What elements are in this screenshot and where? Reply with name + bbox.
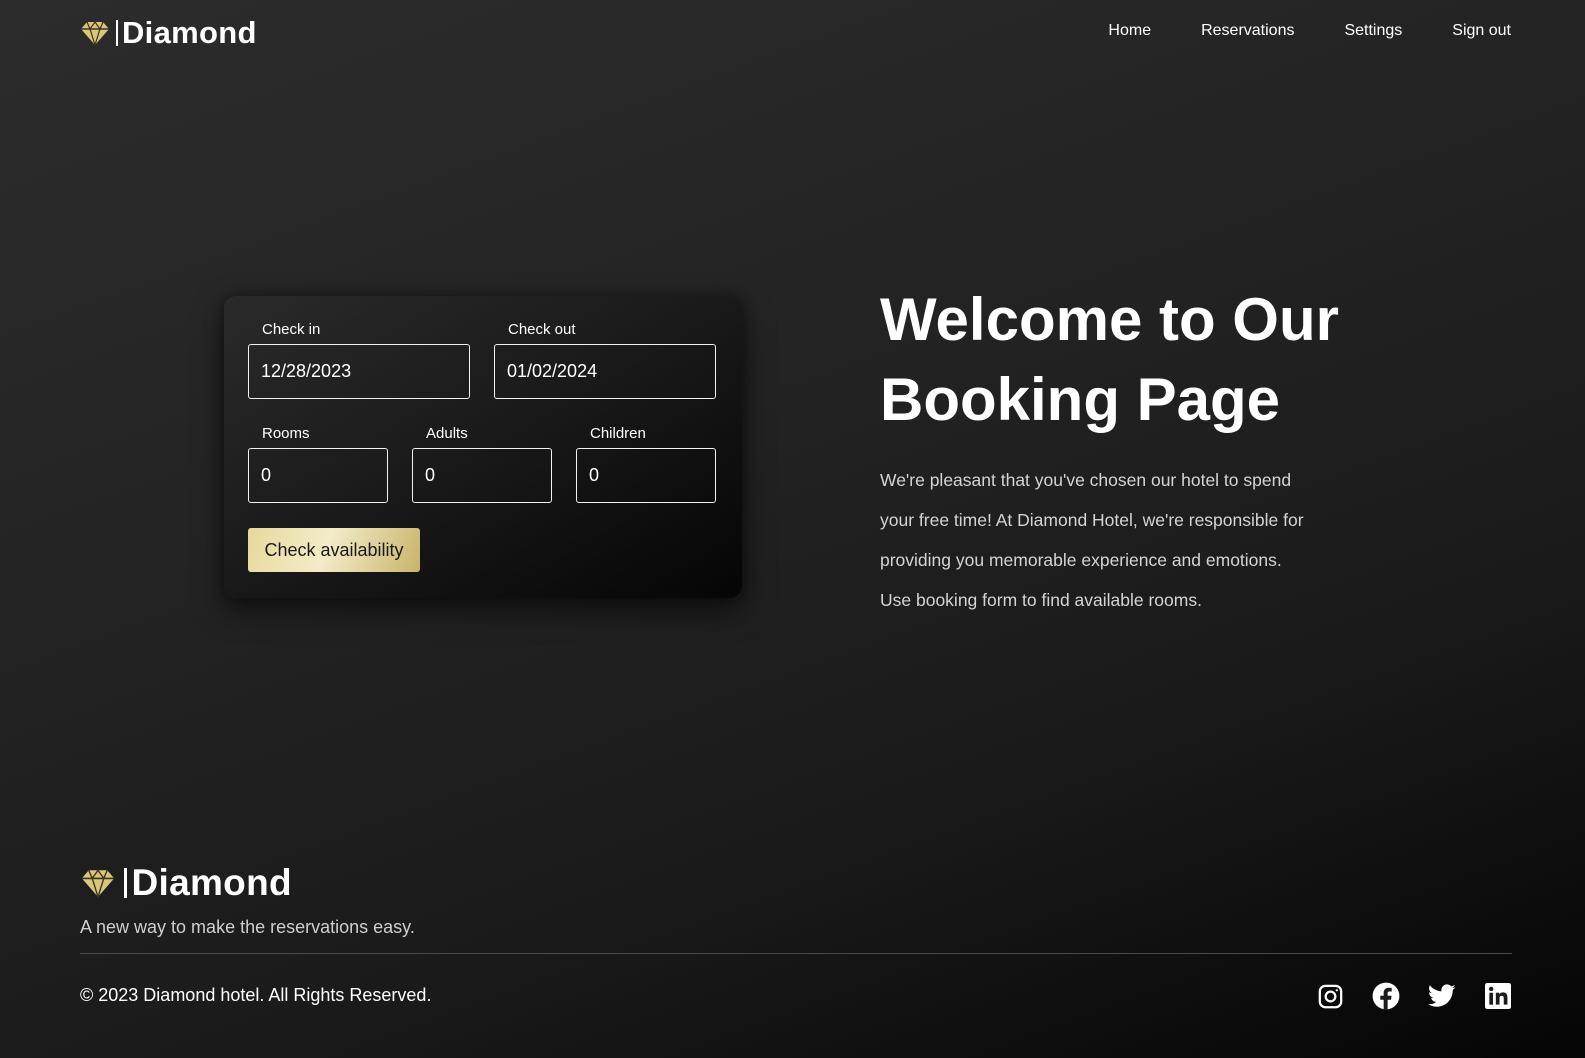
logo-divider xyxy=(116,20,118,46)
check-availability-button[interactable]: Check availability xyxy=(248,528,420,572)
header-logo[interactable]: Diamond xyxy=(80,14,257,52)
hero-title-line: Booking Page xyxy=(880,366,1281,433)
check-in-label: Check in xyxy=(262,321,321,338)
copyright-text: © 2023 Diamond hotel. All Rights Reserve… xyxy=(80,985,432,1005)
hero-description-line: Use booking form to find available rooms… xyxy=(880,590,1202,610)
nav-settings[interactable]: Settings xyxy=(1344,20,1402,42)
hero-title: Welcome to Our Booking Page xyxy=(880,280,1440,440)
booking-form: Check in 12/28/2023 Check out 01/02/2024… xyxy=(224,296,742,598)
main-nav: Home Reservations Settings Sign out xyxy=(1058,20,1511,42)
social-links xyxy=(1288,982,1512,1010)
adults-label: Adults xyxy=(426,425,468,442)
check-in-input[interactable]: 12/28/2023 xyxy=(248,344,470,399)
diamond-logo-icon xyxy=(81,869,115,898)
footer-tagline: A new way to make the reservations easy. xyxy=(80,917,415,937)
linkedin-icon[interactable] xyxy=(1484,982,1512,1010)
nav-sign-out[interactable]: Sign out xyxy=(1452,20,1511,42)
facebook-icon[interactable] xyxy=(1372,982,1400,1010)
nav-home[interactable]: Home xyxy=(1108,20,1151,42)
check-out-input[interactable]: 01/02/2024 xyxy=(494,344,716,399)
hero-description-line: providing you memorable experience and e… xyxy=(880,550,1282,570)
hero-description-line: your free time! At Diamond Hotel, we're … xyxy=(880,510,1304,530)
check-out-label: Check out xyxy=(508,321,576,338)
rooms-input[interactable]: 0 xyxy=(248,448,388,503)
footer-logo[interactable]: Diamond xyxy=(80,862,292,903)
diamond-logo-icon xyxy=(81,20,109,46)
hero-description-line: We're pleasant that you've chosen our ho… xyxy=(880,470,1292,490)
children-input[interactable]: 0 xyxy=(576,448,716,503)
rooms-label: Rooms xyxy=(262,425,310,442)
brand-name: Diamond xyxy=(122,15,257,50)
twitter-icon[interactable] xyxy=(1428,982,1456,1010)
instagram-icon[interactable] xyxy=(1316,982,1344,1010)
logo-divider xyxy=(124,868,127,898)
adults-input[interactable]: 0 xyxy=(412,448,552,503)
children-label: Children xyxy=(590,425,646,442)
footer-brand-name: Diamond xyxy=(131,862,292,903)
hero-title-line: Welcome to Our xyxy=(880,286,1339,353)
footer-divider xyxy=(80,953,1512,954)
nav-reservations[interactable]: Reservations xyxy=(1201,20,1294,42)
hero-description: We're pleasant that you've chosen our ho… xyxy=(880,460,1370,620)
